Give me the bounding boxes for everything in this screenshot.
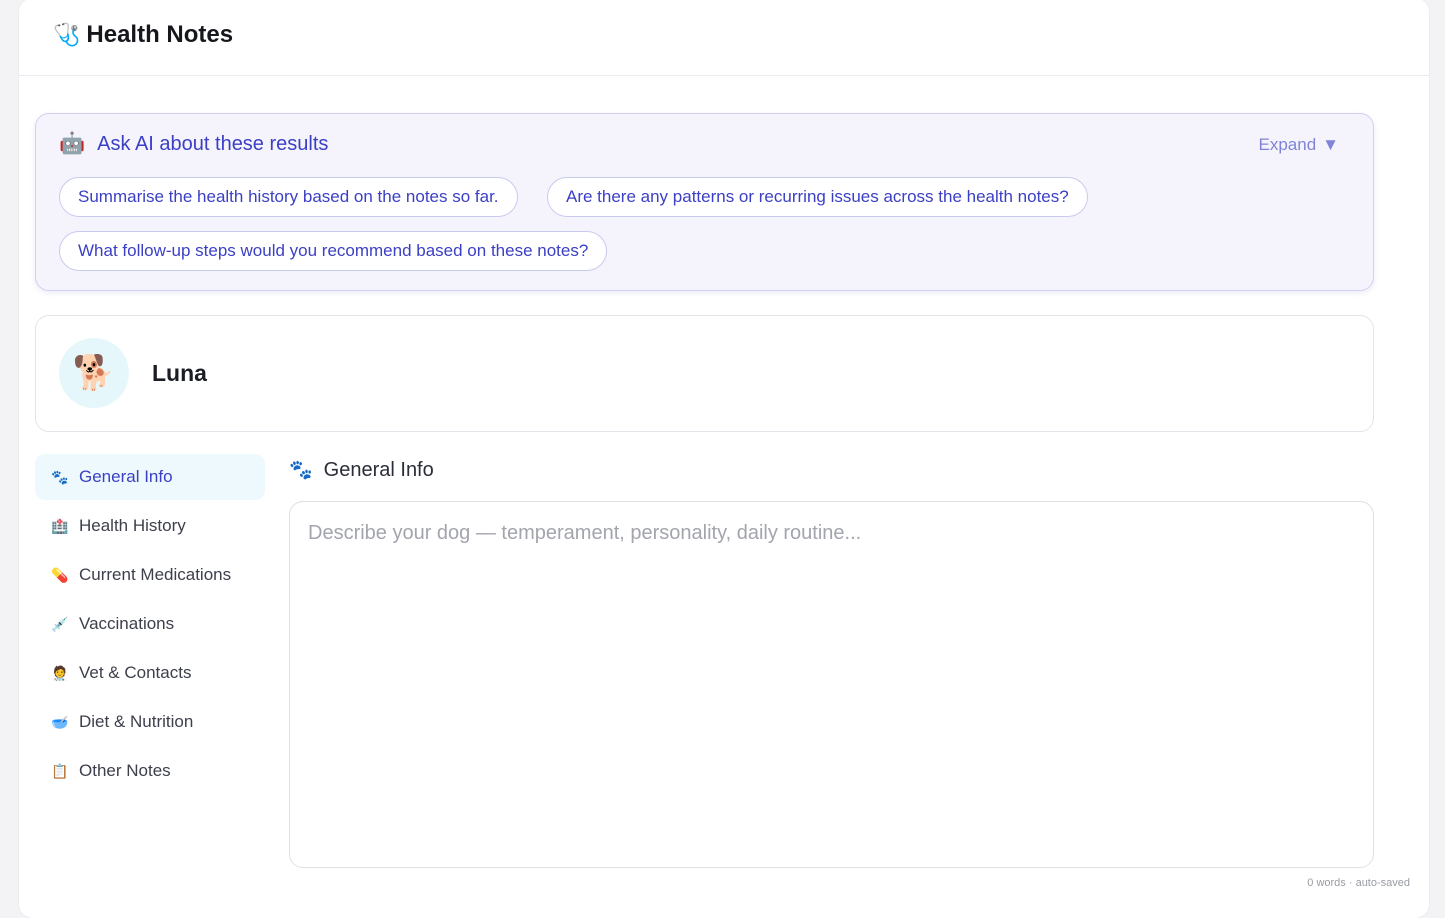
nav-item-label: Other Notes bbox=[79, 761, 171, 780]
clipboard-icon: 📋 bbox=[51, 762, 69, 779]
top-bar: 🩺 Health Notes bbox=[19, 0, 1429, 76]
health-worker-icon: 🧑‍⚕️ bbox=[51, 664, 69, 681]
suggestion-chip[interactable]: What follow-up steps would you recommend… bbox=[59, 231, 608, 271]
triangle-down-icon: ▼ bbox=[1322, 135, 1339, 154]
notes-editor bbox=[289, 501, 1374, 868]
suggestion-chip[interactable]: Are there any patterns or recurring issu… bbox=[547, 177, 1088, 217]
nav-item-label: Diet & Nutrition bbox=[79, 712, 194, 731]
ask-ai-title: Ask AI about these results bbox=[97, 132, 329, 155]
nav-item-label: Current Medications bbox=[79, 565, 232, 584]
notes-textarea[interactable] bbox=[290, 502, 1373, 867]
nav-item-label: Vet & Contacts bbox=[79, 663, 192, 682]
syringe-icon: 💉 bbox=[51, 615, 69, 632]
hospital-icon: 🏥 bbox=[51, 517, 69, 534]
nav-item-other-notes[interactable]: 📋 Other Notes bbox=[35, 748, 265, 794]
nav-item-vaccinations[interactable]: 💉 Vaccinations bbox=[35, 601, 265, 647]
nav-item-label: Health History bbox=[79, 516, 186, 535]
app-brand: 🩺 Health Notes bbox=[53, 20, 233, 50]
app-title: Health Notes bbox=[86, 21, 234, 48]
nav-item-vet-contacts[interactable]: 🧑‍⚕️ Vet & Contacts bbox=[35, 650, 265, 696]
dog-icon: 🐕 bbox=[72, 354, 116, 392]
expand-button[interactable]: Expand ▼ bbox=[1259, 135, 1340, 155]
section-heading: 🐾 General Info bbox=[289, 458, 434, 482]
section-nav: 🐾 General Info 🏥 Health History 💊 Curren… bbox=[35, 454, 265, 797]
nav-item-diet-nutrition[interactable]: 🥣 Diet & Nutrition bbox=[35, 699, 265, 745]
pet-name: Luna bbox=[152, 360, 207, 386]
bowl-icon: 🥣 bbox=[51, 713, 69, 730]
robot-icon: 🤖 bbox=[59, 132, 86, 155]
nav-item-label: General Info bbox=[79, 467, 173, 486]
word-count-status: 0 words · auto-saved bbox=[1307, 877, 1410, 889]
stethoscope-icon: 🩺 bbox=[53, 22, 81, 47]
suggestion-chip[interactable]: Summarise the health history based on th… bbox=[59, 177, 518, 217]
ask-ai-panel: 🤖 Ask AI about these results Expand ▼ Su… bbox=[35, 113, 1374, 291]
nav-item-label: Vaccinations bbox=[79, 614, 175, 633]
paw-icon: 🐾 bbox=[289, 460, 313, 481]
ask-ai-header: 🤖 Ask AI about these results bbox=[59, 132, 328, 156]
pet-profile-card: 🐕 Luna bbox=[35, 315, 1374, 432]
nav-item-general-info[interactable]: 🐾 General Info bbox=[35, 454, 265, 500]
section-title: General Info bbox=[323, 458, 434, 481]
expand-label: Expand bbox=[1258, 135, 1317, 154]
nav-item-current-medications[interactable]: 💊 Current Medications bbox=[35, 552, 265, 598]
avatar: 🐕 bbox=[59, 338, 129, 408]
nav-item-health-history[interactable]: 🏥 Health History bbox=[35, 503, 265, 549]
pill-icon: 💊 bbox=[51, 566, 69, 583]
paw-icon: 🐾 bbox=[51, 468, 69, 485]
